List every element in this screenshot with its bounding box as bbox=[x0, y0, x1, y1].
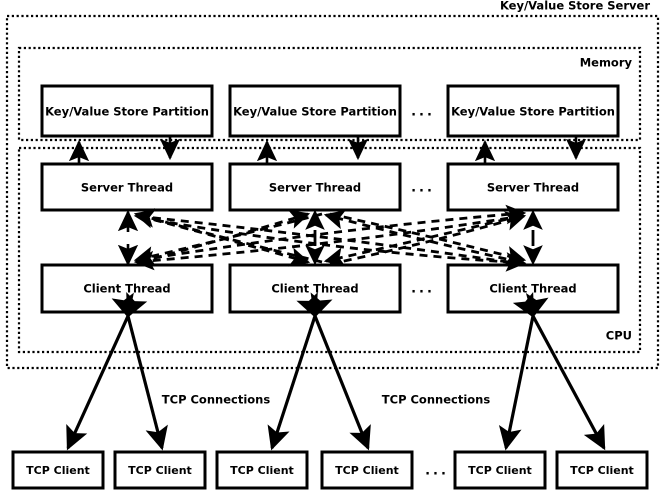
node-tcp-client-6-label: TCP Client bbox=[570, 464, 634, 477]
node-client-thread-1-label: Client Thread bbox=[83, 282, 170, 296]
dashed-arrow-client-3-to-server-1 bbox=[133, 208, 523, 266]
tcp-connection-3 bbox=[267, 292, 333, 451]
tcp-connection-1 bbox=[66, 292, 148, 451]
node-tcp-client-1-label: TCP Client bbox=[26, 464, 90, 477]
tcp-connection-6 bbox=[512, 291, 606, 451]
tcp-connection-2 bbox=[111, 292, 168, 451]
node-server-thread-1-label: Server Thread bbox=[81, 181, 173, 195]
tcp-connections-label-2: TCP Connections bbox=[382, 393, 491, 407]
architecture-diagram: Key/Value Store Server Memory CPU Key/Va… bbox=[5, 0, 660, 490]
node-tcp-client-4-label: TCP Client bbox=[335, 464, 399, 477]
tcp-connection-5 bbox=[498, 292, 549, 451]
node-tcp-client-3-label: TCP Client bbox=[230, 464, 294, 477]
ellipsis-client-threads: ... bbox=[411, 282, 435, 297]
node-partition-1-label: Key/Value Store Partition bbox=[45, 105, 209, 119]
node-client-thread-2-label: Client Thread bbox=[271, 282, 358, 296]
node-client-thread-3-label: Client Thread bbox=[489, 282, 576, 296]
node-server-thread-3-label: Server Thread bbox=[487, 181, 579, 195]
dashed-arrow-server-2-to-client-3 bbox=[329, 212, 527, 266]
ellipsis-server-threads: ... bbox=[411, 181, 435, 196]
tcp-connection-4 bbox=[296, 292, 371, 451]
zone-label-memory: Memory bbox=[580, 56, 633, 70]
zone-label-cpu: CPU bbox=[606, 329, 632, 343]
node-server-thread-2-label: Server Thread bbox=[269, 181, 361, 195]
diagram-page: Key/Value Store Server Memory CPU Key/Va… bbox=[0, 0, 667, 504]
node-partition-2-label: Key/Value Store Partition bbox=[233, 105, 397, 119]
ellipsis-tcp-clients: ... bbox=[425, 464, 449, 479]
tcp-connections-label-1: TCP Connections bbox=[162, 393, 271, 407]
node-tcp-client-5-label: TCP Client bbox=[468, 464, 532, 477]
node-tcp-client-2-label: TCP Client bbox=[128, 464, 192, 477]
node-partition-3-label: Key/Value Store Partition bbox=[451, 105, 615, 119]
dashed-arrow-client-1-to-server-3 bbox=[139, 204, 527, 262]
ellipsis-partitions: ... bbox=[411, 105, 435, 120]
zone-label-key-value-store-server: Key/Value Store Server bbox=[500, 0, 650, 13]
